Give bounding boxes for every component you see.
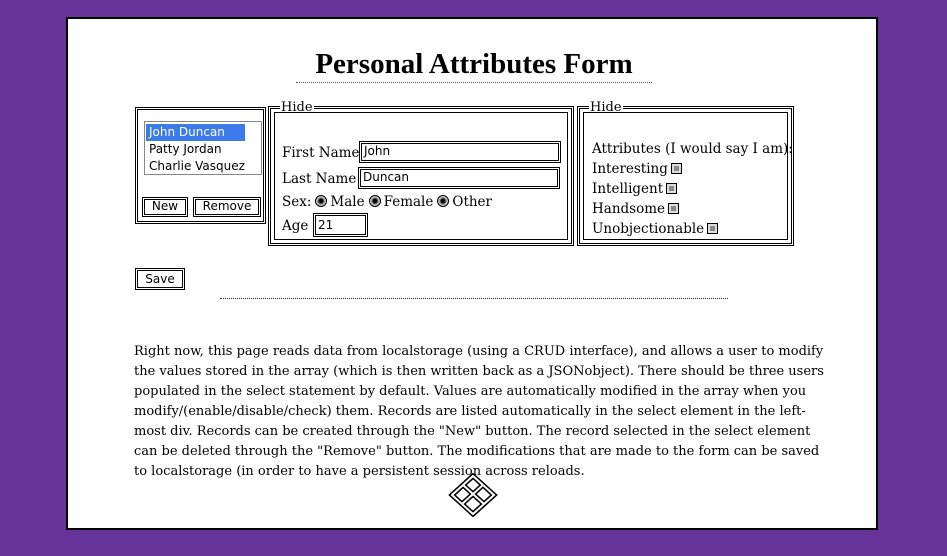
last-name-label: Last Name [282, 171, 357, 187]
last-name-field[interactable]: Duncan [358, 167, 560, 189]
attributes-fieldset: Hide Attributes (I would say I am): Inte… [577, 100, 794, 246]
remove-button[interactable]: Remove [193, 197, 261, 217]
endless-knot-icon [448, 473, 498, 517]
age-label: Age [282, 218, 309, 234]
female-label: Female [383, 194, 434, 210]
page-title: Personal Attributes Form [296, 47, 652, 83]
description-text: Right now, this page reads data from loc… [134, 344, 824, 479]
other-label: Other [452, 194, 493, 210]
section-divider [220, 298, 728, 299]
age-field[interactable]: 21 [313, 213, 368, 237]
first-name-label: First Name [282, 145, 360, 161]
user-option[interactable]: Charlie Vasquez [146, 158, 260, 175]
interesting-checkbox[interactable] [670, 163, 682, 174]
personal-info-fieldset: Hide First Name John Last Name Duncan Se… [268, 100, 574, 246]
attribute-label: Handsome [592, 201, 666, 217]
user-select[interactable]: John Duncan Patty Jordan Charlie Vasquez [144, 121, 262, 175]
handsome-checkbox[interactable] [668, 203, 680, 214]
user-list-panel: John Duncan Patty Jordan Charlie Vasquez… [135, 107, 266, 224]
unobjectionable-checkbox[interactable] [707, 223, 719, 234]
attribute-label: Unobjectionable [592, 221, 705, 237]
page-container: Personal Attributes Form John Duncan Pat… [66, 17, 878, 530]
attribute-label: Interesting [592, 161, 668, 177]
female-radio[interactable] [368, 195, 381, 207]
attribute-row: Handsome [592, 201, 680, 217]
male-radio[interactable] [315, 195, 328, 207]
save-button[interactable]: Save [135, 268, 185, 290]
sex-row: Sex: Male Female Other [282, 194, 492, 210]
personal-info-inner: First Name John Last Name Duncan Sex: Mal… [274, 112, 568, 240]
user-option[interactable]: John Duncan [146, 124, 245, 141]
male-label: Male [330, 194, 365, 210]
sex-label: Sex: [282, 194, 312, 210]
other-radio[interactable] [437, 195, 450, 207]
attributes-heading: Attributes (I would say I am): [592, 141, 793, 157]
attribute-row: Intelligent [592, 181, 678, 197]
attribute-label: Intelligent [592, 181, 664, 197]
attributes-inner: Attributes (I would say I am): Interesti… [583, 112, 793, 240]
user-option[interactable]: Patty Jordan [146, 141, 260, 158]
attribute-row: Interesting [592, 161, 682, 177]
new-button[interactable]: New [142, 197, 188, 217]
first-name-field[interactable]: John [359, 141, 561, 163]
attribute-row: Unobjectionable [592, 221, 719, 237]
intelligent-checkbox[interactable] [666, 183, 678, 194]
